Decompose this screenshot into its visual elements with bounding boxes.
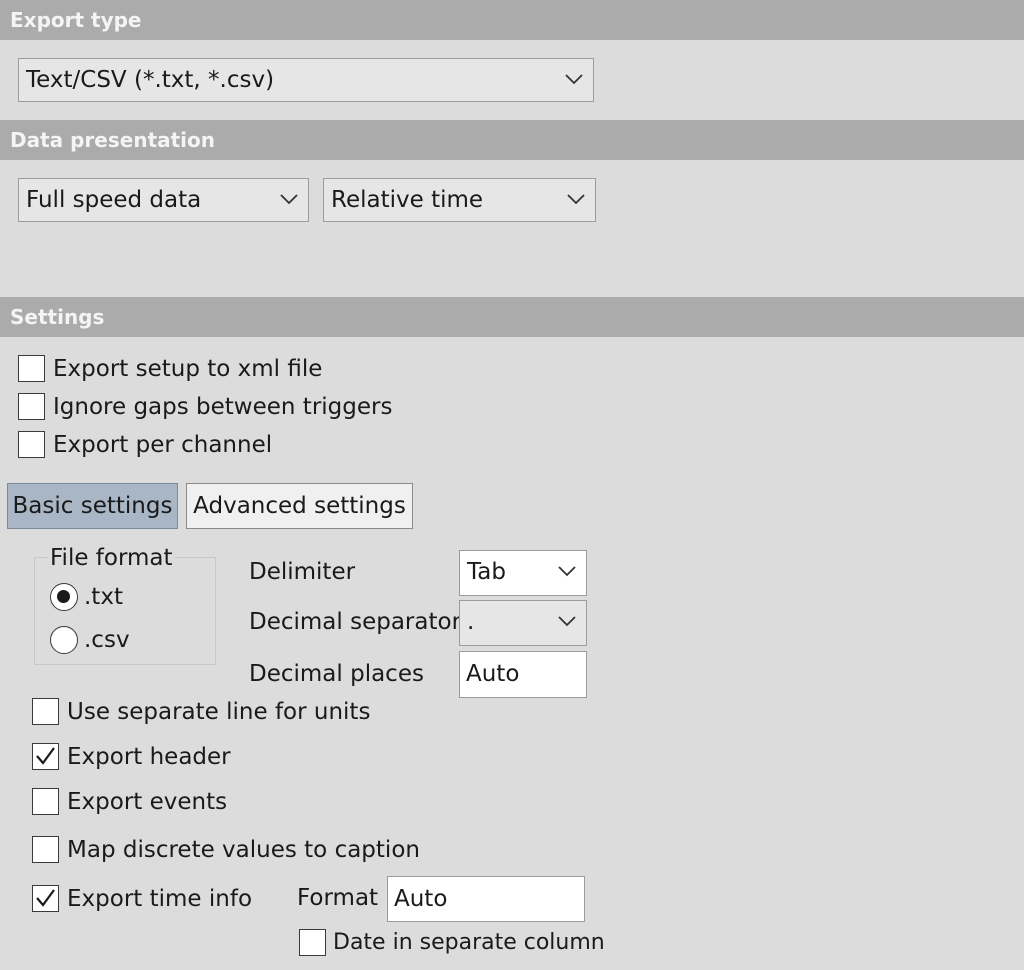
- time-format-input[interactable]: Auto: [387, 876, 585, 922]
- decimal-separator-select[interactable]: .: [459, 600, 587, 646]
- delimiter-select[interactable]: Tab: [459, 550, 587, 596]
- ignore-gaps-checkbox[interactable]: [18, 393, 45, 420]
- tab-advanced-settings[interactable]: Advanced settings: [186, 483, 413, 529]
- section-header-data-presentation: Data presentation: [0, 120, 1024, 160]
- radio-txt-label: .txt: [84, 584, 123, 610]
- date-separate-column-label: Date in separate column: [333, 930, 605, 955]
- time-select-value: Relative time: [331, 187, 484, 213]
- map-discrete-checkbox[interactable]: [32, 836, 59, 863]
- export-header-checkbox[interactable]: [32, 743, 59, 770]
- ignore-gaps-label: Ignore gaps between triggers: [53, 394, 393, 420]
- section-header-export-type: Export type: [0, 0, 1024, 40]
- export-time-info-checkbox[interactable]: [32, 885, 59, 912]
- delimiter-value: Tab: [467, 559, 506, 585]
- speed-select[interactable]: Full speed data: [18, 178, 309, 222]
- export-per-channel-label: Export per channel: [53, 432, 273, 458]
- time-select[interactable]: Relative time: [323, 178, 596, 222]
- export-type-select-value: Text/CSV (*.txt, *.csv): [26, 67, 275, 93]
- chevron-down-icon: [567, 194, 585, 205]
- decimal-places-label: Decimal places: [249, 661, 424, 687]
- separate-line-units-checkbox[interactable]: [32, 698, 59, 725]
- export-setup-xml-checkbox[interactable]: [18, 355, 45, 382]
- chevron-down-icon: [565, 74, 583, 85]
- export-events-checkbox[interactable]: [32, 788, 59, 815]
- chevron-down-icon: [558, 616, 576, 627]
- chevron-down-icon: [558, 566, 576, 577]
- export-events-label: Export events: [67, 789, 228, 815]
- date-separate-column-checkbox[interactable]: [299, 929, 326, 956]
- map-discrete-label: Map discrete values to caption: [67, 837, 420, 863]
- decimal-places-input[interactable]: Auto: [459, 651, 587, 698]
- checkmark-icon: [36, 889, 55, 907]
- decimal-separator-label: Decimal separator: [249, 609, 462, 635]
- section-header-settings: Settings: [0, 297, 1024, 337]
- export-header-label: Export header: [67, 744, 231, 770]
- delimiter-label: Delimiter: [249, 559, 356, 585]
- export-type-select[interactable]: Text/CSV (*.txt, *.csv): [18, 58, 594, 102]
- radio-txt[interactable]: [50, 583, 78, 611]
- export-per-channel-checkbox[interactable]: [18, 431, 45, 458]
- radio-csv[interactable]: [50, 626, 78, 654]
- file-format-title: File format: [48, 543, 175, 573]
- separate-line-units-label: Use separate line for units: [67, 699, 371, 725]
- chevron-down-icon: [280, 194, 298, 205]
- time-format-label: Format: [297, 885, 379, 911]
- export-setup-xml-label: Export setup to xml file: [53, 356, 323, 382]
- radio-csv-label: .csv: [84, 627, 130, 653]
- speed-select-value: Full speed data: [26, 187, 202, 213]
- tab-basic-settings[interactable]: Basic settings: [7, 483, 178, 529]
- decimal-separator-value: .: [467, 609, 475, 635]
- radio-selected-dot: [57, 590, 70, 603]
- export-time-info-label: Export time info: [67, 886, 253, 912]
- checkmark-icon: [36, 747, 55, 765]
